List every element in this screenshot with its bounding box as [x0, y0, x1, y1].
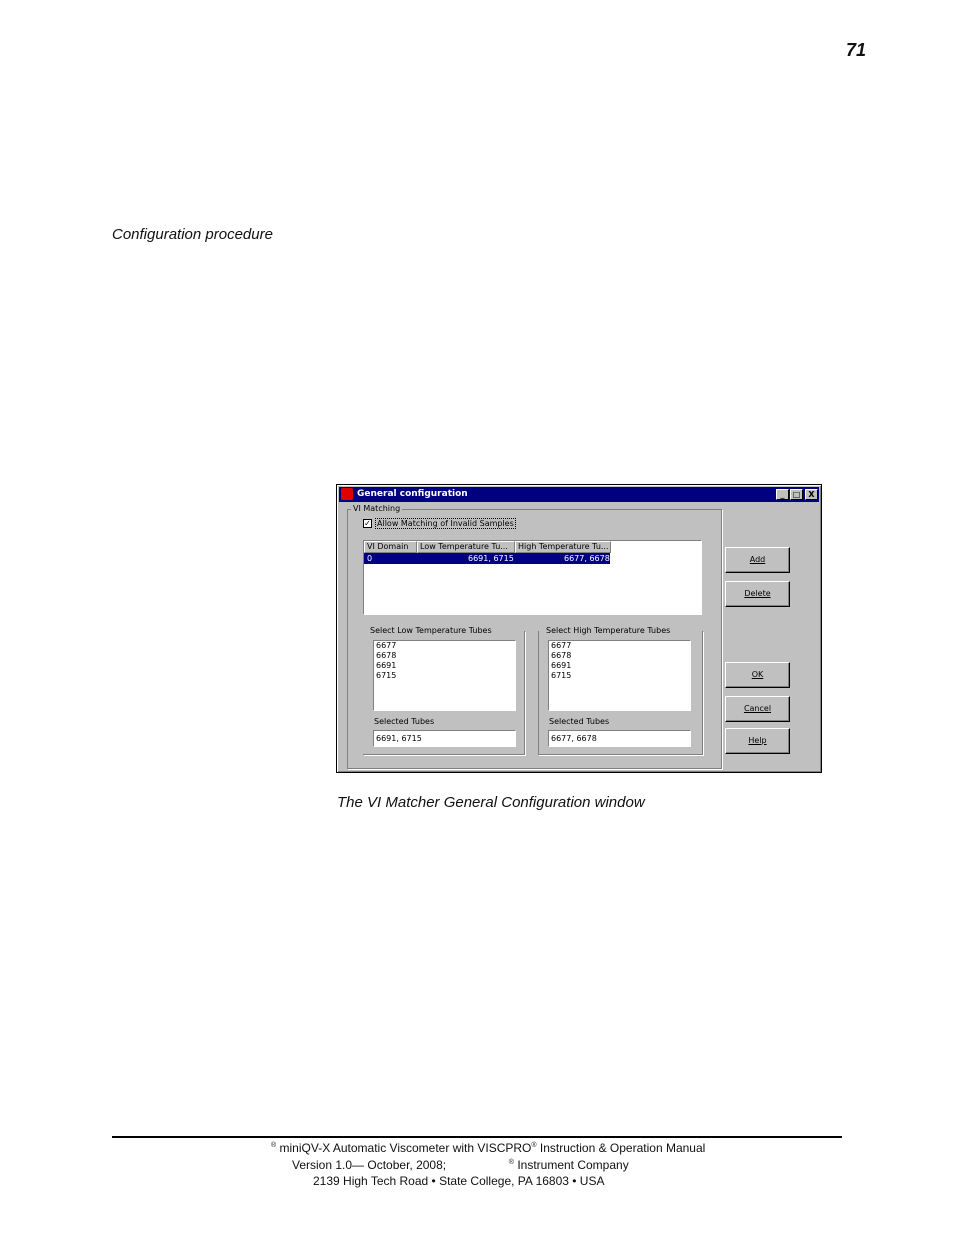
cell-high-tubes: 6677, 6678	[564, 554, 610, 563]
application-icon[interactable]	[341, 488, 353, 500]
section-heading: Configuration procedure	[112, 226, 273, 243]
vi-matching-group-label: VI Matching	[351, 504, 403, 513]
registered-mark: ®	[271, 1142, 277, 1149]
close-button[interactable]: X	[805, 489, 818, 500]
footer-line-2: Version 1.0— October, 2008; ® Instrument…	[292, 1158, 629, 1172]
help-button[interactable]: Help	[725, 728, 790, 754]
cell-vi-domain: 0	[367, 554, 373, 563]
maximize-button[interactable]: □	[790, 489, 803, 500]
registered-mark: ®	[531, 1142, 537, 1149]
list-item[interactable]: 6715	[549, 671, 690, 681]
low-selected-field[interactable]: 6691, 6715	[373, 730, 516, 747]
high-selected-label: Selected Tubes	[549, 717, 610, 726]
high-selected-field[interactable]: 6677, 6678	[548, 730, 691, 747]
registered-mark: ®	[508, 1159, 514, 1166]
minimize-button[interactable]: _	[776, 489, 789, 500]
table-row[interactable]: 0 6691, 6715 6677, 6678	[364, 553, 610, 564]
footer-divider	[112, 1136, 842, 1138]
low-selected-label: Selected Tubes	[374, 717, 435, 726]
footer-product-name: miniQV-X Automatic Viscometer with VISCP…	[279, 1141, 532, 1155]
delete-button[interactable]: Delete	[725, 581, 790, 607]
list-item[interactable]: 6677	[549, 641, 690, 651]
ok-button[interactable]: OK	[725, 662, 790, 688]
vi-matching-listview[interactable]: VI Domain Low Temperature Tu... High Tem…	[363, 540, 702, 615]
footer-manual-title: Instruction & Operation Manual	[539, 1141, 706, 1155]
general-configuration-dialog: General configuration _ □ X VI Matching …	[336, 484, 822, 773]
dialog-title: General configuration	[357, 489, 468, 499]
figure-caption: The VI Matcher General Configuration win…	[337, 794, 645, 811]
footer-company: Instrument Company	[517, 1158, 629, 1172]
high-tubes-listbox[interactable]: 6677 6678 6691 6715	[548, 640, 691, 711]
column-header-low-temp[interactable]: Low Temperature Tu...	[417, 541, 515, 553]
low-tubes-listbox[interactable]: 6677 6678 6691 6715	[373, 640, 516, 711]
list-item[interactable]: 6691	[374, 661, 515, 671]
footer-line-1: ® miniQV-X Automatic Viscometer with VIS…	[271, 1141, 705, 1155]
low-tubes-group-label: Select Low Temperature Tubes	[370, 626, 492, 635]
list-item[interactable]: 6678	[374, 651, 515, 661]
allow-invalid-checkbox-label[interactable]: Allow Matching of Invalid Samples	[375, 518, 516, 529]
add-button[interactable]: Add	[725, 547, 790, 573]
page-number: 71	[846, 40, 867, 60]
allow-invalid-checkbox[interactable]: ✓	[363, 519, 372, 528]
list-item[interactable]: 6691	[549, 661, 690, 671]
column-header-high-temp[interactable]: High Temperature Tu...	[515, 541, 611, 553]
footer-version: Version 1.0— October, 2008;	[292, 1158, 447, 1172]
list-item[interactable]: 6678	[549, 651, 690, 661]
list-item[interactable]: 6715	[374, 671, 515, 681]
dialog-titlebar[interactable]: General configuration _ □ X	[339, 487, 819, 502]
cell-low-tubes: 6691, 6715	[468, 554, 514, 563]
column-header-vi-domain[interactable]: VI Domain	[364, 541, 417, 553]
list-item[interactable]: 6677	[374, 641, 515, 651]
footer-address: 2139 High Tech Road • State College, PA …	[313, 1174, 605, 1188]
high-tubes-group-label: Select High Temperature Tubes	[546, 626, 671, 635]
cancel-button[interactable]: Cancel	[725, 696, 790, 722]
